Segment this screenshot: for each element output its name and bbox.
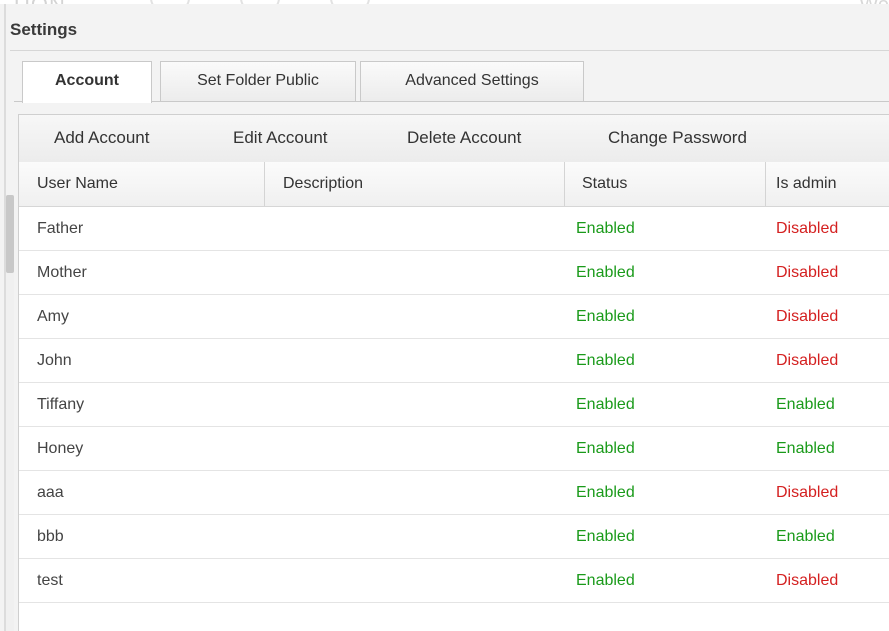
user-name-cell: Tiffany bbox=[37, 396, 85, 413]
change-password-button[interactable]: Change Password bbox=[608, 125, 747, 151]
column-header-user-name[interactable]: User Name bbox=[19, 162, 264, 206]
delete-account-button[interactable]: Delete Account bbox=[407, 125, 521, 151]
status-cell: Enabled bbox=[576, 396, 635, 413]
user-name-cell: John bbox=[37, 352, 72, 369]
edit-account-button[interactable]: Edit Account bbox=[233, 125, 328, 151]
account-panel: Add Account Edit Account Delete Account … bbox=[18, 114, 889, 631]
is-admin-cell: Enabled bbox=[776, 396, 835, 413]
column-header-status[interactable]: Status bbox=[564, 162, 766, 206]
status-cell: Enabled bbox=[576, 484, 635, 501]
user-name-cell: Honey bbox=[37, 440, 84, 457]
table-row[interactable]: John Enabled Disabled bbox=[19, 339, 889, 383]
add-account-button[interactable]: Add Account bbox=[54, 125, 149, 151]
user-name-cell: Father bbox=[37, 220, 84, 237]
is-admin-cell: Disabled bbox=[776, 220, 839, 237]
user-name-cell: test bbox=[37, 572, 63, 589]
status-cell: Enabled bbox=[576, 572, 635, 589]
settings-screen: UON We Settings Account Set Folder Publi… bbox=[0, 0, 889, 631]
scrollbar-thumb[interactable] bbox=[6, 195, 14, 273]
is-admin-cell: Enabled bbox=[776, 528, 835, 545]
is-admin-cell: Disabled bbox=[776, 264, 839, 281]
tab-advanced-settings[interactable]: Advanced Settings bbox=[360, 61, 584, 101]
dialog-title: Settings bbox=[10, 20, 78, 39]
table-row[interactable]: test Enabled Disabled bbox=[19, 559, 889, 603]
table-row[interactable]: Mother Enabled Disabled bbox=[19, 251, 889, 295]
table-row[interactable]: Tiffany Enabled Enabled bbox=[19, 383, 889, 427]
column-header-is-admin[interactable]: Is admin bbox=[766, 162, 889, 206]
table-row[interactable]: Honey Enabled Enabled bbox=[19, 427, 889, 471]
status-cell: Enabled bbox=[576, 264, 635, 281]
status-cell: Enabled bbox=[576, 528, 635, 545]
table-row[interactable]: bbb Enabled Enabled bbox=[19, 515, 889, 559]
column-header-description[interactable]: Description bbox=[265, 162, 564, 206]
status-cell: Enabled bbox=[576, 220, 635, 237]
is-admin-cell: Disabled bbox=[776, 308, 839, 325]
table-row[interactable]: Father Enabled Disabled bbox=[19, 207, 889, 251]
table-row[interactable]: aaa Enabled Disabled bbox=[19, 471, 889, 515]
status-cell: Enabled bbox=[576, 352, 635, 369]
account-table-body: Father Enabled Disabled Mother Enabled Disabl… bbox=[19, 207, 889, 603]
is-admin-cell: Disabled bbox=[776, 572, 839, 589]
settings-dialog: Settings Account Set Folder Public Advan… bbox=[0, 4, 889, 631]
user-name-cell: aaa bbox=[37, 484, 64, 501]
is-admin-cell: Disabled bbox=[776, 484, 839, 501]
account-toolbar: Add Account Edit Account Delete Account … bbox=[19, 115, 889, 163]
user-name-cell: bbb bbox=[37, 528, 64, 545]
table-row[interactable]: Amy Enabled Disabled bbox=[19, 295, 889, 339]
status-cell: Enabled bbox=[576, 308, 635, 325]
user-name-cell: Mother bbox=[37, 264, 87, 281]
is-admin-cell: Enabled bbox=[776, 440, 835, 457]
title-divider bbox=[10, 50, 889, 51]
tab-set-folder-public[interactable]: Set Folder Public bbox=[160, 61, 356, 101]
is-admin-cell: Disabled bbox=[776, 352, 839, 369]
tab-account[interactable]: Account bbox=[22, 61, 152, 103]
table-header: User Name Description Status Is admin bbox=[19, 162, 889, 207]
status-cell: Enabled bbox=[576, 440, 635, 457]
user-name-cell: Amy bbox=[37, 308, 69, 325]
